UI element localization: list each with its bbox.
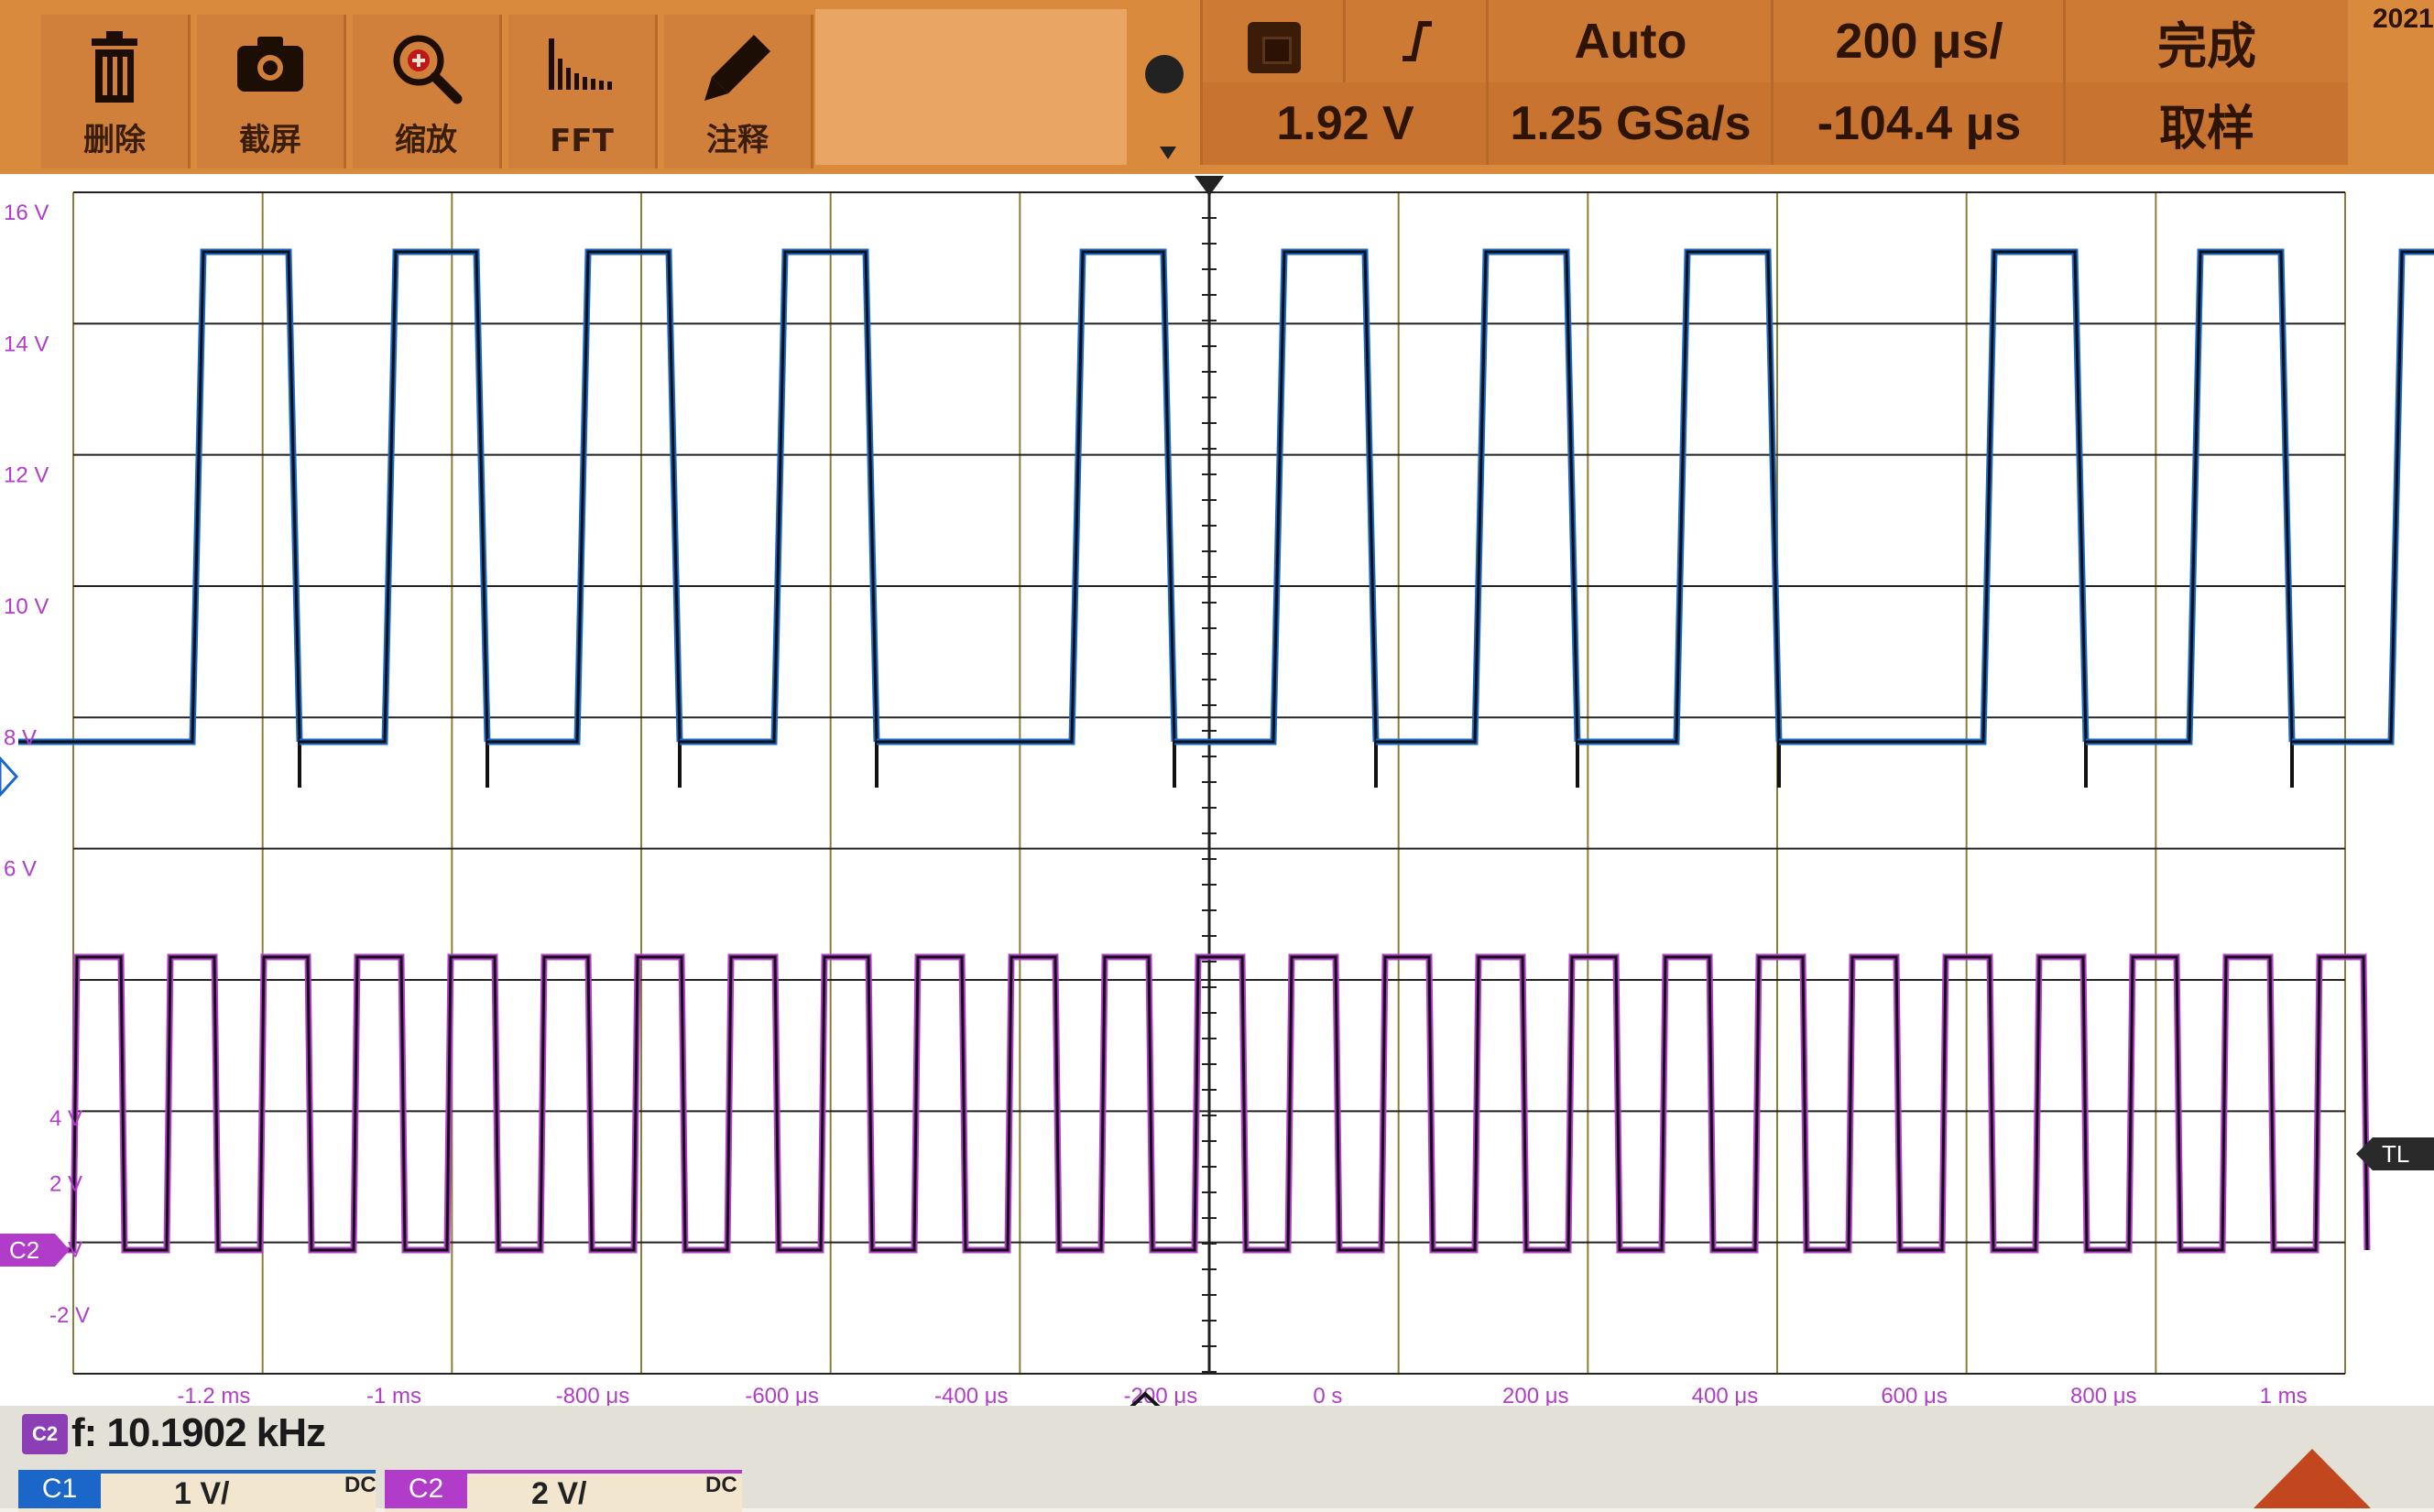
menu-toggle-icon[interactable]	[1145, 55, 1184, 93]
ch1-scale: 1 V/	[174, 1476, 230, 1511]
acquisition-mode[interactable]: 取样	[2063, 82, 2348, 165]
ch1-pulse	[2086, 248, 2296, 745]
ch1-y-tick-label: 8 V	[4, 725, 37, 750]
ch1-pulse-core	[1779, 250, 2088, 744]
fft-icon	[549, 38, 612, 90]
ch1-y-tick-label: 14 V	[4, 332, 49, 356]
ch1-pulse-core	[1174, 250, 1378, 744]
screenshot-label: 截屏	[239, 122, 301, 158]
x-tick-label: 600 μs	[1881, 1384, 1948, 1409]
ch1-coupling: DC	[344, 1473, 377, 1497]
ch1-pulse	[18, 248, 303, 745]
date-display: 2021	[2373, 4, 2434, 34]
camera-icon	[237, 37, 303, 92]
x-tick-label: 400 μs	[1692, 1384, 1759, 1409]
sample-rate: 1.25 GSa/s	[1486, 82, 1773, 165]
delete-button[interactable]: 删除	[41, 15, 191, 169]
ch1-y-tick-label: 16 V	[4, 201, 49, 225]
delete-label: 删除	[83, 122, 146, 158]
ch2-y-tick-label: 4 V	[49, 1106, 82, 1131]
acquisition-status[interactable]: 完成	[2063, 0, 2348, 82]
x-tick-label: -1 ms	[366, 1384, 421, 1409]
ch2-y-tick-label: -2 V	[49, 1303, 90, 1328]
frequency-measurement[interactable]: f: 10.1902 kHz	[71, 1410, 326, 1456]
pencil-icon	[704, 35, 770, 101]
ch1-pulse-core	[1577, 250, 1781, 744]
ch2-coupling: DC	[705, 1473, 737, 1497]
x-tick-label: -1.2 ms	[177, 1384, 250, 1409]
timebase-scale[interactable]: 200 μs/	[1771, 0, 2065, 82]
x-tick-label: -600 μs	[745, 1384, 819, 1409]
zoom-button[interactable]: 缩放	[353, 15, 502, 169]
graticule: 16 V14 V12 V10 V8 V6 V 4 V2 V0 V-2 V -1.…	[0, 176, 2434, 1430]
x-tick-label: -400 μs	[934, 1384, 1009, 1409]
horizontal-delay[interactable]: -104.4 μs	[1771, 82, 2065, 165]
ch2-tag: C2	[385, 1470, 467, 1508]
trigger-edge-button[interactable]	[1343, 0, 1488, 82]
ch1-y-tick-label: 10 V	[4, 594, 49, 619]
zoom-in-icon	[393, 35, 463, 104]
ch1-pulse-core	[2292, 250, 2434, 744]
ch2-scale: 2 V/	[531, 1476, 587, 1511]
annotate-label: 注释	[706, 122, 769, 158]
ch1-pulse-core	[877, 250, 1176, 744]
screenshot-button[interactable]: 截屏	[197, 15, 346, 169]
ch2-y-tick-label: 2 V	[49, 1172, 82, 1197]
toolbar: 删除 截屏 缩放 FFT 注释 Auto 200 μs/ 完成 1.92 V 1…	[0, 0, 2434, 174]
measurement-source-badge: C2	[22, 1414, 68, 1454]
ch1-pulse-core	[1376, 250, 1579, 744]
trash-icon	[92, 31, 137, 103]
ch1-pulse-core	[18, 250, 301, 744]
ch2-waveform	[18, 953, 2371, 1254]
x-tick-label: 1 ms	[2260, 1384, 2308, 1409]
x-tick-label: 200 μs	[1502, 1384, 1569, 1409]
ch1-offset-marker[interactable]	[0, 756, 19, 798]
ch1-y-tick-label: 6 V	[4, 857, 37, 882]
x-tick-label: 800 μs	[2070, 1384, 2137, 1409]
trigger-mode[interactable]: Auto	[1486, 0, 1773, 82]
annotate-button[interactable]: 注释	[664, 15, 813, 169]
toolbar-spacer	[815, 9, 1127, 165]
ch2-marker-label: C2	[9, 1236, 39, 1264]
warning-icon[interactable]	[2254, 1449, 2371, 1508]
ch1-y-tick-label: 12 V	[4, 463, 49, 488]
stop-square-icon	[1262, 37, 1292, 64]
fft-button[interactable]: FFT	[508, 15, 658, 169]
zoom-label: 缩放	[395, 122, 457, 158]
trigger-level[interactable]: 1.92 V	[1200, 82, 1488, 165]
fft-label: FFT	[550, 123, 614, 159]
x-tick-label: -800 μs	[556, 1384, 630, 1409]
ch1-pulse	[2292, 248, 2434, 745]
x-tick-label: 0 s	[1313, 1384, 1342, 1409]
ch2-pulse-train	[18, 953, 2371, 1254]
menu-arrow-icon	[1160, 147, 1176, 159]
ch1-waveform	[18, 248, 2434, 788]
ch1-pulse	[877, 248, 1178, 745]
rising-edge-icon	[1402, 21, 1432, 61]
ch1-tag: C1	[18, 1470, 101, 1508]
ch1-pulse	[1779, 248, 2090, 745]
trigger-level-label: TL	[2382, 1140, 2409, 1168]
waveform-display[interactable]: 16 V14 V12 V10 V8 V6 V 4 V2 V0 V-2 V -1.…	[0, 174, 2434, 1442]
